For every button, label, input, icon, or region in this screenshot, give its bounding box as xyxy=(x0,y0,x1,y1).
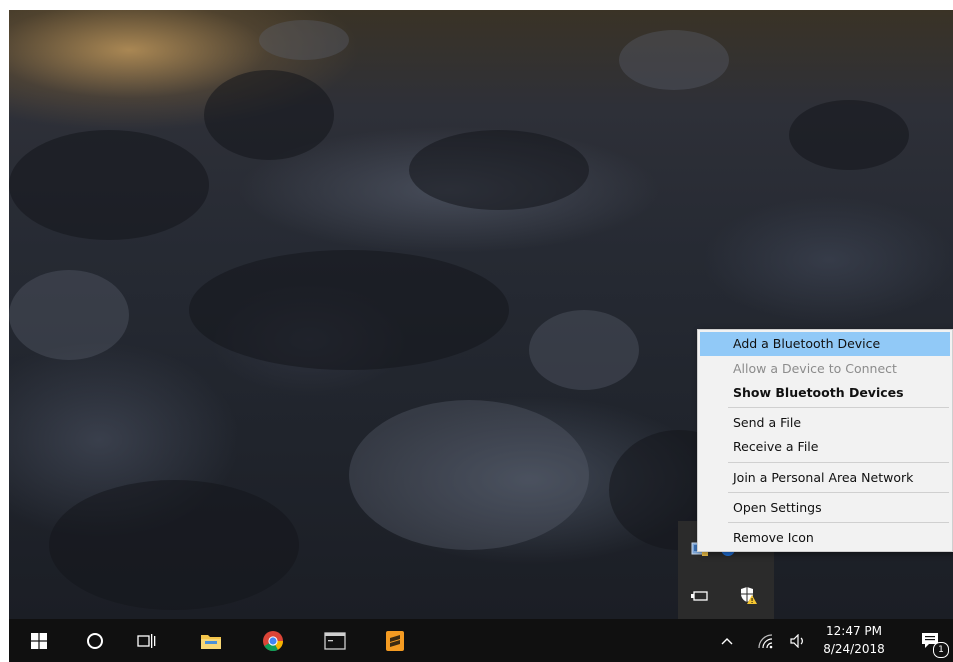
file-explorer-icon xyxy=(201,634,221,649)
sublime-text-button[interactable] xyxy=(373,619,417,662)
volume-button[interactable] xyxy=(787,619,811,662)
clock-date: 8/24/2018 xyxy=(823,642,885,656)
wallpaper-rock xyxy=(259,20,349,60)
menu-separator xyxy=(728,462,949,463)
start-button[interactable] xyxy=(17,619,61,662)
menu-separator xyxy=(728,522,949,523)
notification-count-badge: 1 xyxy=(933,642,949,658)
menu-item-open-settings[interactable]: Open Settings xyxy=(700,496,950,520)
menu-item-send-a-file[interactable]: Send a File xyxy=(700,411,950,435)
cortana-search-button[interactable] xyxy=(73,619,117,662)
menu-item-show-bluetooth-devices[interactable]: Show Bluetooth Devices xyxy=(700,381,950,405)
terminal-icon xyxy=(324,631,346,650)
chevron-up-icon xyxy=(721,637,733,644)
task-view-icon xyxy=(137,633,156,648)
volume-icon xyxy=(790,633,803,648)
wallpaper-rock xyxy=(349,400,589,550)
clock[interactable]: 12:47 PM 8/24/2018 xyxy=(821,622,887,658)
usb-device-icon[interactable] xyxy=(690,587,710,605)
menu-item-join-personal-area-network[interactable]: Join a Personal Area Network xyxy=(700,466,950,490)
menu-separator xyxy=(728,492,949,493)
wallpaper-rock xyxy=(189,250,509,370)
cortana-search-icon xyxy=(87,632,103,649)
wallpaper-rock xyxy=(409,130,589,210)
clock-time: 12:47 PM xyxy=(826,624,882,638)
task-view-button[interactable] xyxy=(125,619,169,662)
wallpaper-rock xyxy=(529,310,639,390)
wifi-icon xyxy=(758,633,773,648)
file-explorer-button[interactable] xyxy=(189,619,233,662)
action-center-button[interactable]: 1 xyxy=(913,619,949,662)
network-button[interactable] xyxy=(753,619,777,662)
menu-item-add-bluetooth-device[interactable]: Add a Bluetooth Device xyxy=(700,332,950,356)
wallpaper-rock xyxy=(9,130,209,240)
chrome-button[interactable] xyxy=(251,619,295,662)
wallpaper-rock xyxy=(9,270,129,360)
menu-separator xyxy=(728,407,949,408)
chrome-icon xyxy=(263,630,284,651)
start-icon xyxy=(31,632,47,649)
wallpaper-rock xyxy=(619,30,729,90)
show-hidden-icons-button[interactable] xyxy=(715,619,739,662)
bluetooth-context-menu: Add a Bluetooth Device Allow a Device to… xyxy=(697,329,953,552)
windows-security-icon[interactable] xyxy=(738,586,758,604)
menu-item-receive-a-file[interactable]: Receive a File xyxy=(700,435,950,459)
menu-item-remove-icon[interactable]: Remove Icon xyxy=(700,526,950,550)
menu-item-allow-device-to-connect: Allow a Device to Connect xyxy=(733,361,897,376)
wallpaper-rock xyxy=(204,70,334,160)
wallpaper-rock xyxy=(789,100,909,170)
taskbar: 12:47 PM 8/24/2018 1 xyxy=(9,619,953,662)
wallpaper-rock xyxy=(49,480,299,610)
terminal-button[interactable] xyxy=(313,619,357,662)
sublime-text-icon xyxy=(386,630,404,651)
